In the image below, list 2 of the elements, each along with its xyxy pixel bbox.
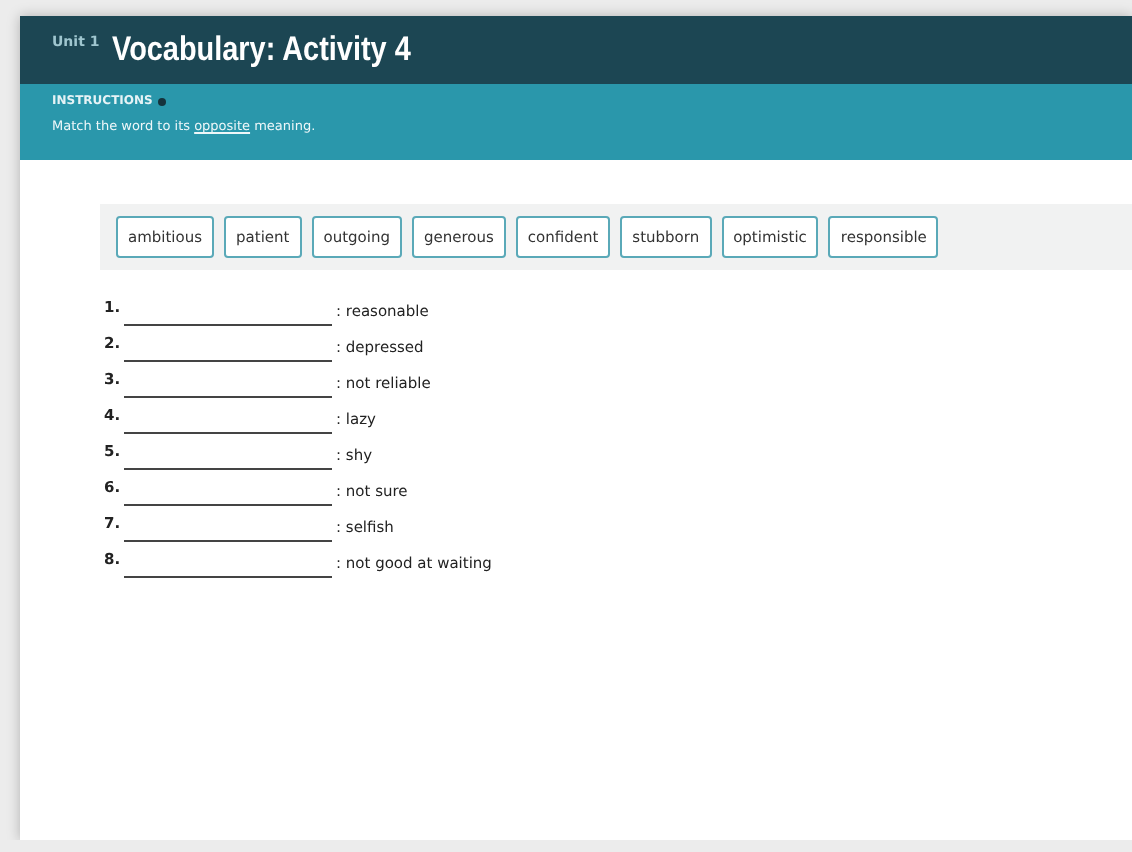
dot-icon bbox=[158, 97, 167, 105]
activity-title: Vocabulary: Activity 4 bbox=[111, 30, 411, 70]
